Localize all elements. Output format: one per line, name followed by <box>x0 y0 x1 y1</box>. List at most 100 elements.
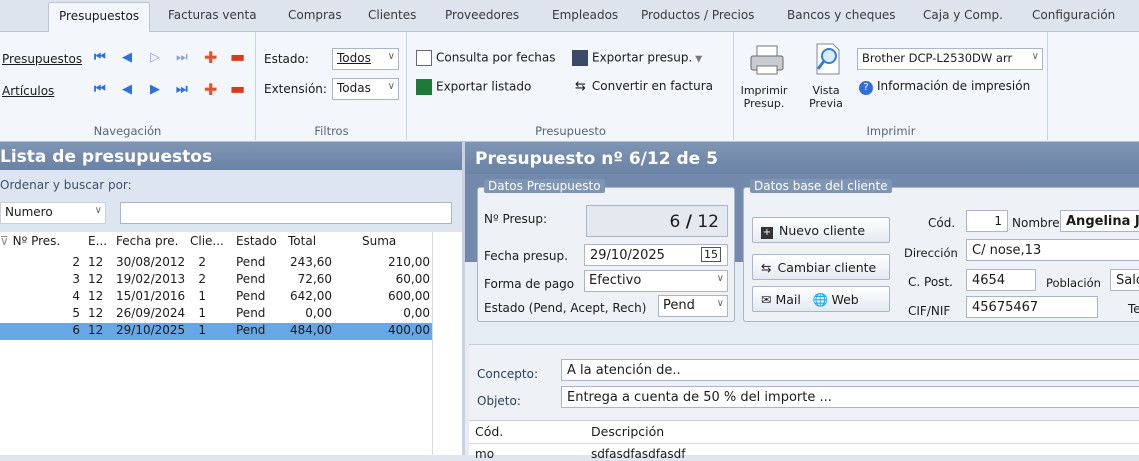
line-cod: mo <box>475 447 495 461</box>
detail-panel: Presupuesto nº 6/12 de 5 Datos Presupues… <box>462 142 1139 461</box>
chevron-down-icon: ∨ <box>1031 51 1039 62</box>
cell-estado: Pend <box>236 272 266 286</box>
chevron-down-icon: ∨ <box>387 81 395 92</box>
exportar-presup-label: Exportar presup. <box>592 50 693 65</box>
tab-caja-comp[interactable]: Caja y Comp. <box>923 8 1003 22</box>
cell-cliente: 1 <box>198 323 206 337</box>
cell-estado: Pend <box>236 323 266 337</box>
num-presup-field[interactable]: 6 / 12 <box>586 205 728 237</box>
column-header-cliente[interactable]: Clie... <box>190 234 224 248</box>
last-icon[interactable]: ⏭ <box>176 50 188 65</box>
datos-cliente-legend: Datos base del cliente <box>750 179 892 193</box>
mail-label: Mail <box>775 292 801 307</box>
group-presupuesto: Consulta por fechas Exportar presup. ▼ E… <box>408 32 734 140</box>
nombre-input[interactable]: Angelina J <box>1060 210 1139 232</box>
lines-header-divider <box>469 443 1139 444</box>
delete-icon[interactable]: ▬ <box>230 79 245 98</box>
column-header-total[interactable]: Total <box>288 234 316 248</box>
column-header-ext[interactable]: E... <box>88 234 107 248</box>
calendar-icon[interactable]: 15 <box>701 247 721 262</box>
cell-num: 4 <box>72 289 80 303</box>
tab-clientes[interactable]: Clientes <box>368 8 416 22</box>
fecha-input[interactable]: 29/10/2025 15 <box>584 244 728 266</box>
column-header-fecha[interactable]: Fecha pre. <box>116 234 178 248</box>
table-row[interactable]: 3 12 19/02/2013 2 Pend 72,60 60,00 <box>0 272 432 289</box>
first-icon[interactable]: ⏮ <box>94 50 106 65</box>
prev-icon[interactable]: ◀ <box>122 50 132 65</box>
prev-icon[interactable]: ◀ <box>122 82 132 97</box>
table-row[interactable]: 5 12 26/09/2024 1 Pend 0,00 0,00 <box>0 306 432 323</box>
num-presup-label: Nº Presup: <box>484 212 548 226</box>
fecha-label: Fecha presup. <box>484 249 568 263</box>
first-icon[interactable]: ⏮ <box>94 82 106 97</box>
add-icon[interactable]: ✚ <box>204 48 217 67</box>
cell-ext: 12 <box>88 323 104 337</box>
vista-previa-button[interactable]: Vista Previa <box>801 84 851 110</box>
convertir-factura-button[interactable]: ⇆ Convertir en factura <box>575 79 713 94</box>
cell-fecha: 29/10/2025 <box>116 323 186 337</box>
table-row-selected[interactable]: 6 12 29/10/2025 1 Pend 484,00 400,00 <box>0 323 432 340</box>
exportar-presup-button[interactable]: Exportar presup. ▼ <box>572 50 702 66</box>
line-descripcion: sdfasdfasdfasdf <box>591 447 686 461</box>
exportar-listado-button[interactable]: Exportar listado <box>416 79 531 95</box>
direccion-input[interactable]: C/ nose,13 <box>966 239 1139 261</box>
vista-previa-line2: Previa <box>809 97 843 110</box>
tab-facturas-venta[interactable]: Facturas venta <box>168 8 257 22</box>
nuevo-cliente-button[interactable]: + Nuevo cliente <box>752 217 890 243</box>
cpost-input[interactable]: 4654 <box>966 269 1036 291</box>
cell-suma: 210,00 <box>388 255 430 269</box>
table-row[interactable]: 4 12 15/01/2016 1 Pend 642,00 600,00 <box>0 289 432 306</box>
tab-proveedores[interactable]: Proveedores <box>445 8 519 22</box>
estado-doc-select[interactable]: Pend ∨ <box>658 295 728 317</box>
printer-icon[interactable] <box>749 44 785 76</box>
consulta-fechas-button[interactable]: Consulta por fechas <box>416 50 556 66</box>
column-header-estado[interactable]: Estado <box>236 234 277 248</box>
column-header-suma[interactable]: Suma <box>362 234 396 248</box>
mail-web-button[interactable]: ✉ Mail 🌐 Web <box>752 286 890 312</box>
concepto-label: Concepto: <box>477 367 539 381</box>
cell-fecha: 15/01/2016 <box>116 289 186 303</box>
tab-productos-precios[interactable]: Productos / Precios <box>641 8 754 22</box>
poblacion-input[interactable]: Salol <box>1110 269 1139 291</box>
cod-input[interactable]: 1 <box>966 210 1008 232</box>
excel-icon <box>416 79 432 95</box>
lines-column-descripcion[interactable]: Descripción <box>591 424 664 439</box>
cell-cliente: 1 <box>198 306 206 320</box>
web-label: Web <box>831 292 859 307</box>
tab-presupuestos[interactable]: Presupuestos <box>48 2 151 33</box>
objeto-label: Objeto: <box>477 394 521 408</box>
printer-select[interactable]: Brother DCP-L2530DW arr ∨ <box>857 48 1043 70</box>
tab-compras[interactable]: Compras <box>288 8 342 22</box>
objeto-input[interactable]: Entrega a cuenta de 50 % del importe ... <box>561 386 1139 408</box>
column-header-num[interactable]: ⊽ Nº Pres. <box>0 234 60 248</box>
chevron-down-icon: ∨ <box>716 273 724 284</box>
delete-icon[interactable]: ▬ <box>230 47 245 66</box>
datos-presupuesto-legend: Datos Presupuesto <box>484 179 605 193</box>
poblacion-label: Población <box>1046 276 1101 290</box>
add-icon[interactable]: ✚ <box>204 80 217 99</box>
concepto-input[interactable]: A la atención de.. <box>561 359 1139 381</box>
lines-column-cod[interactable]: Cód. <box>475 424 503 439</box>
cambiar-cliente-label: Cambiar cliente <box>777 260 877 275</box>
group-filtros: Estado: Todos ∨ Extensión: Todas ∨ Filtros <box>257 32 407 140</box>
tab-empleados[interactable]: Empleados <box>552 8 618 22</box>
next-icon[interactable]: ▶ <box>150 82 160 97</box>
printer-select-value: Brother DCP-L2530DW arr <box>862 51 1013 65</box>
last-icon[interactable]: ⏭ <box>176 82 188 97</box>
imprimir-presup-button[interactable]: Imprimir Presup. <box>739 84 789 110</box>
tab-bancos-cheques[interactable]: Bancos y cheques <box>787 8 896 22</box>
next-icon[interactable]: ▷ <box>150 50 160 65</box>
tab-configuracion[interactable]: Configuración <box>1032 8 1115 22</box>
list-title: Lista de presupuestos <box>0 142 462 170</box>
cif-input[interactable]: 45675467 <box>966 296 1098 318</box>
forma-pago-select[interactable]: Efectivo ∨ <box>584 270 728 292</box>
table-row[interactable]: 2 12 30/08/2012 2 Pend 243,60 210,00 <box>0 255 432 272</box>
extension-select[interactable]: Todas ∨ <box>332 78 399 100</box>
preview-icon[interactable] <box>813 42 843 76</box>
group-navegacion: Presupuestos ⏮ ◀ ▷ ⏭ ✚ ▬ Artículos ⏮ ◀ ▶… <box>0 32 256 140</box>
estado-select[interactable]: Todos ∨ <box>332 48 399 70</box>
sort-select[interactable]: Numero ∨ <box>0 202 106 224</box>
cambiar-cliente-button[interactable]: ⇆ Cambiar cliente <box>752 254 890 280</box>
info-impresion-button[interactable]: ? Información de impresión <box>859 79 1030 95</box>
search-input[interactable] <box>120 202 452 224</box>
